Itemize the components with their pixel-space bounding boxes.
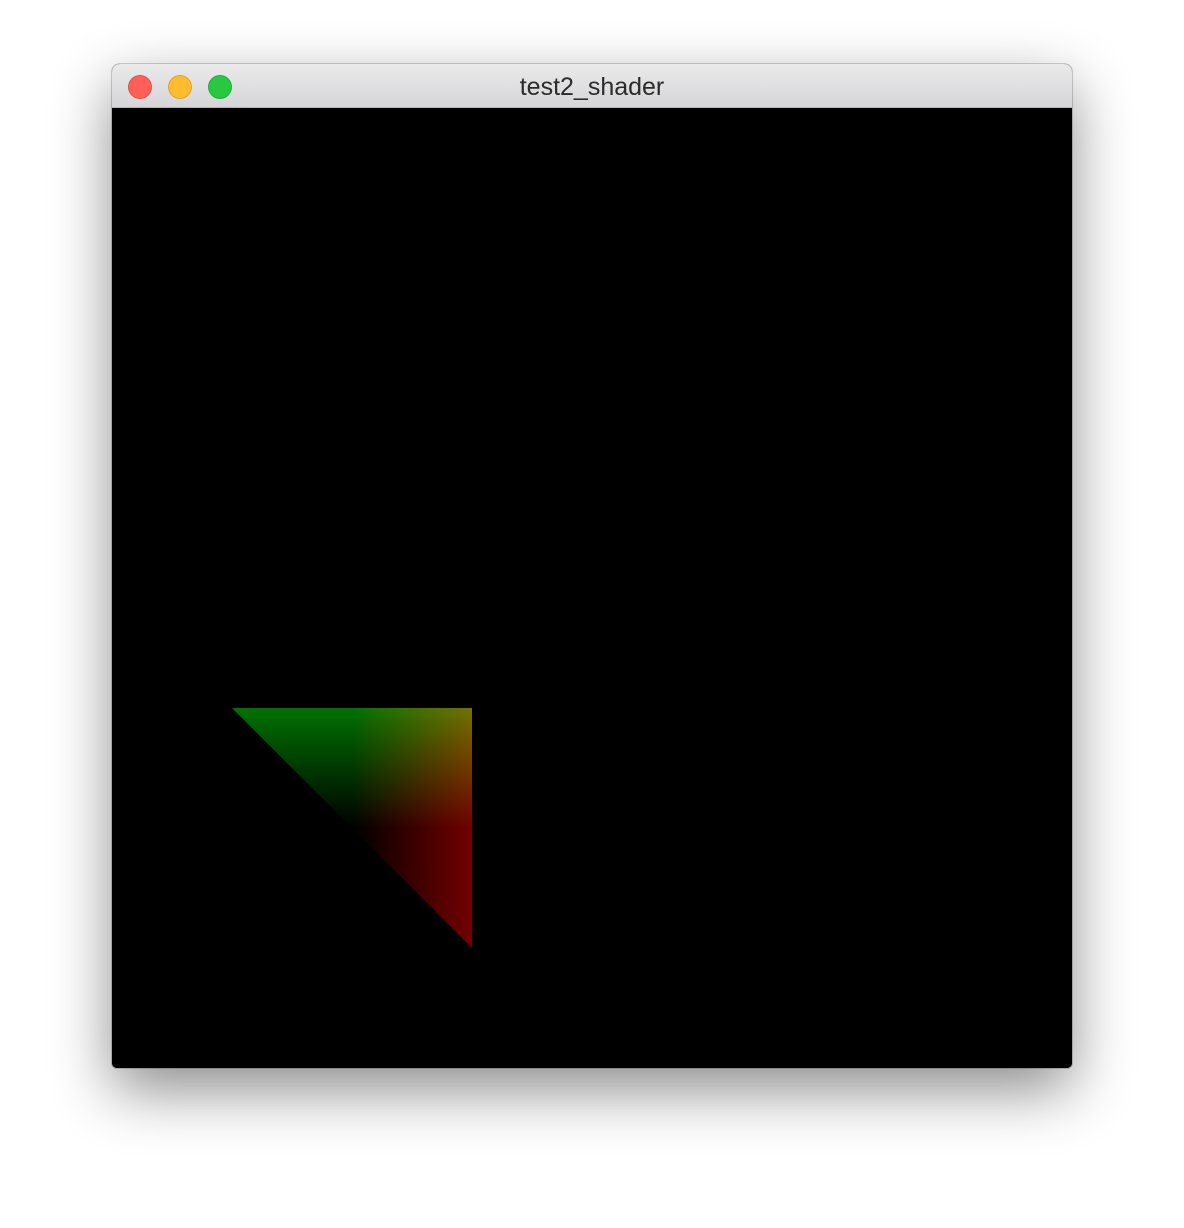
render-canvas[interactable] (112, 108, 1072, 1068)
shader-output (232, 708, 472, 948)
window-title: test2_shader (519, 73, 665, 101)
title-bar[interactable]: test2_shader (112, 64, 1072, 108)
app-window: test2_shader (112, 64, 1072, 1068)
triangle-green-layer (232, 708, 472, 948)
